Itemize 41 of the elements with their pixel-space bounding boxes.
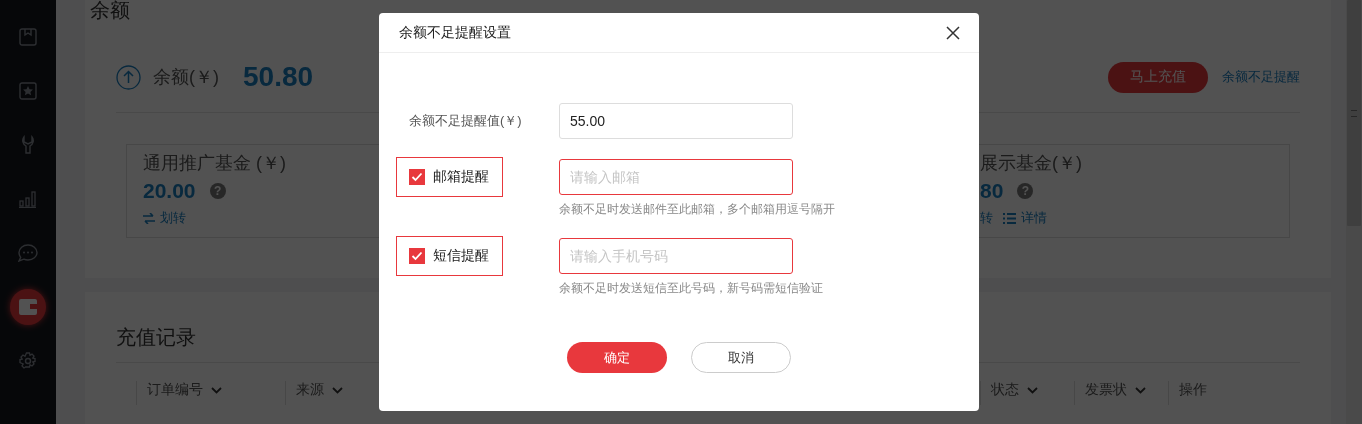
list-icon (1003, 212, 1016, 224)
settings-icon (19, 352, 37, 370)
scrollbar-thumb[interactable] (1347, 0, 1361, 226)
cancel-button[interactable]: 取消 (691, 342, 791, 373)
field-label: 余额不足提醒值(￥) (408, 112, 523, 130)
chevron-down-icon (1027, 386, 1038, 394)
arrow-up-circle-icon (116, 64, 141, 90)
section-title: 充值记录 (116, 325, 197, 350)
wallet-icon (19, 299, 37, 315)
reminder-link[interactable]: 余额不足提醒 (1222, 68, 1300, 86)
fund-action-link[interactable]: 详情 (1003, 209, 1047, 227)
checkmark-icon (411, 172, 423, 182)
fund-action-link[interactable]: 划转 (143, 209, 186, 227)
hint-text: 余额不足时发送短信至此号码，新号码需短信验证 (559, 280, 824, 297)
wrench-icon (19, 135, 37, 155)
input-field[interactable]: 请输入邮箱 (559, 159, 793, 195)
chevron-down-icon (1135, 386, 1146, 394)
chevron-down-icon (211, 386, 222, 394)
section-title: 余额 (90, 0, 131, 20)
hint-text: 余额不足时发送邮件至此邮箱，多个邮箱用逗号隔开 (559, 201, 836, 218)
balance-amount: 50.80 (243, 61, 314, 93)
dialog-title: 余额不足提醒设置 (399, 23, 511, 42)
close-icon[interactable] (946, 25, 960, 40)
transfer-icon (143, 212, 155, 224)
sidebar-item[interactable] (10, 289, 46, 325)
bookmark-icon (19, 28, 37, 46)
fund-action-link[interactable]: 转 (980, 209, 993, 227)
scrollbar[interactable] (1346, 0, 1362, 424)
chat-icon (18, 244, 38, 262)
fund-amount: 20.00 (143, 179, 196, 203)
bar-chart-icon (19, 190, 37, 208)
checkbox[interactable]: 短信提醒 (396, 236, 503, 276)
help-icon[interactable]: ? (1017, 183, 1034, 199)
help-icon[interactable]: ? (209, 183, 226, 199)
chevron-down-icon (332, 386, 343, 394)
fund-amount: 80 (980, 179, 1004, 203)
checkbox[interactable]: 邮箱提醒 (396, 157, 503, 197)
threshold-input[interactable]: 55.00 (559, 103, 793, 139)
checkmark-icon (411, 251, 423, 261)
confirm-button[interactable]: 确定 (567, 342, 667, 373)
input-field[interactable]: 请输入手机号码 (559, 238, 793, 274)
